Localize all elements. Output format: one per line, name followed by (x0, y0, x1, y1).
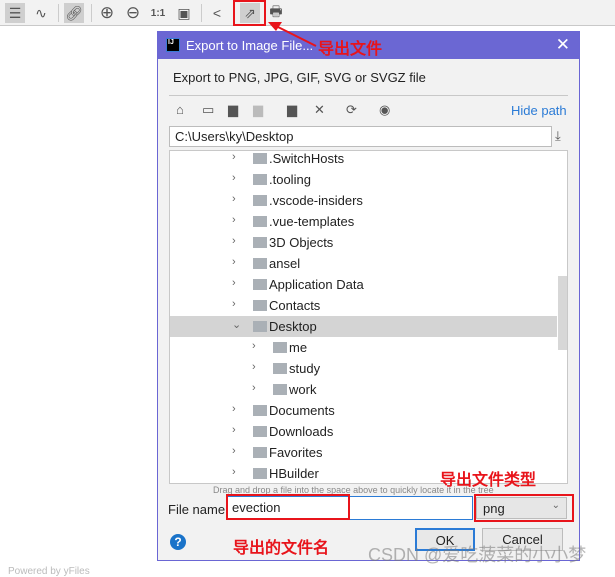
annotation-file-name: 导出的文件名 (233, 540, 330, 557)
annotation-file-type: 导出文件类型 (440, 472, 537, 489)
annotation-export: 导出文件 (318, 41, 383, 58)
annotation-box-file-type (474, 494, 574, 522)
annotation-box-file-name (226, 494, 350, 520)
